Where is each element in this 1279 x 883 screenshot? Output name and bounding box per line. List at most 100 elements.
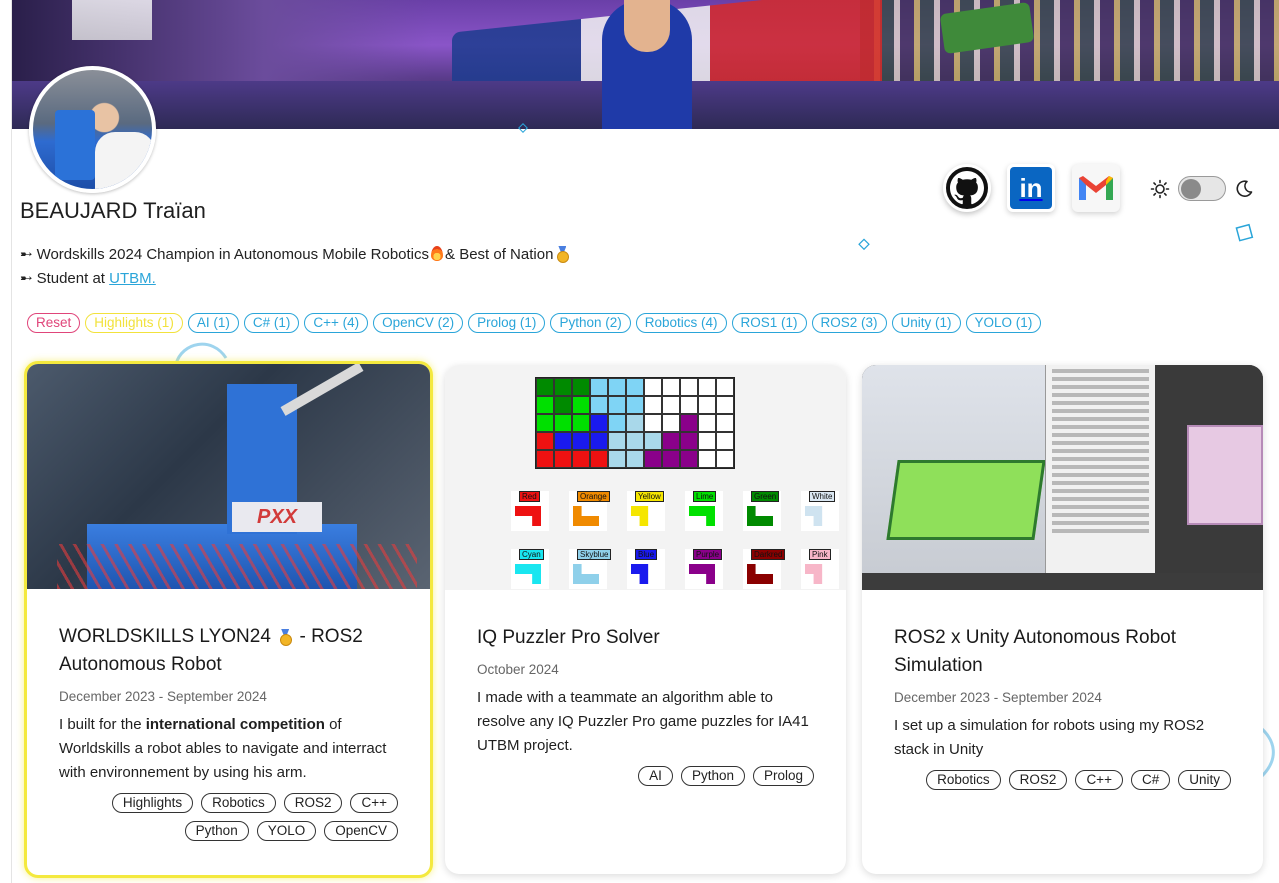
fire-icon <box>431 246 444 261</box>
puzzle-pieces: Red Orange Yellow Lime Green White Cyan Skyblue… <box>511 491 839 589</box>
toggle-knob <box>1181 179 1201 199</box>
filter-csharp[interactable]: C# (1) <box>243 313 300 333</box>
project-thumbnail-robot: PXX <box>27 364 430 589</box>
project-tag[interactable]: ROS2 <box>1008 770 1068 790</box>
puzzle-piece: Skyblue <box>569 549 612 589</box>
project-card-iq-puzzler[interactable]: Red Orange Yellow Lime Green White Cyan Skyblue… <box>445 365 846 874</box>
puzzle-piece-shape <box>573 564 599 584</box>
filter-unity[interactable]: Unity (1) <box>891 313 961 333</box>
sun-icon <box>1150 179 1170 198</box>
bullet-arrow-icon: ➸ <box>20 246 33 263</box>
decorative-square <box>1235 223 1254 242</box>
project-title: ROS2 x Unity Autonomous Robot Simulation <box>894 627 1176 676</box>
filter-reset[interactable]: Reset <box>27 313 81 333</box>
puzzle-piece-label: Cyan <box>519 549 544 560</box>
decorative-diamond-2 <box>518 123 528 133</box>
project-tag[interactable]: Unity <box>1178 770 1231 790</box>
project-title: IQ Puzzler Pro Solver <box>477 627 660 648</box>
puzzle-piece: Pink <box>801 549 839 589</box>
project-thumbnail-puzzle: Red Orange Yellow Lime Green White Cyan Skyblue… <box>445 365 846 590</box>
gmail-icon <box>1079 176 1113 200</box>
project-tag[interactable]: C# <box>1130 770 1171 790</box>
theme-switcher <box>1150 176 1254 201</box>
puzzle-piece: Lime <box>685 491 723 531</box>
puzzle-piece-shape <box>573 506 599 526</box>
utbm-link[interactable]: UTBM. <box>109 270 156 287</box>
project-tag[interactable]: AI <box>638 766 673 786</box>
filter-tag-bar: Reset Highlights (1) AI (1) C# (1) C++ (… <box>27 313 1042 333</box>
project-tag[interactable]: Highlights <box>111 793 194 813</box>
project-date: October 2024 <box>477 662 559 677</box>
portfolio-page: BEAUJARD Traïan ➸ Wordskills 2024 Champio… <box>11 0 1279 883</box>
puzzle-piece: Orange <box>569 491 610 531</box>
bio-line-2: ➸ Student at UTBM. <box>20 270 156 287</box>
puzzle-piece-shape <box>515 506 541 526</box>
medal-icon <box>555 246 570 263</box>
project-tag[interactable]: Robotics <box>926 770 1001 790</box>
puzzle-piece-label: Darkred <box>751 549 786 560</box>
puzzle-piece-shape <box>631 506 649 526</box>
project-date: December 2023 - September 2024 <box>59 689 267 704</box>
filter-python[interactable]: Python (2) <box>550 313 631 333</box>
gmail-link[interactable] <box>1072 164 1120 212</box>
project-title: WORLDSKILLS LYON24 - ROS2 Autonomous Rob… <box>59 626 363 675</box>
filter-opencv[interactable]: OpenCV (2) <box>373 313 464 333</box>
puzzle-piece-label: Skyblue <box>577 549 612 560</box>
linkedin-link[interactable]: in <box>1007 164 1055 212</box>
project-card-worldskills[interactable]: PXX WORLDSKILLS LYON24 - ROS2 Autonomous… <box>24 361 433 878</box>
puzzle-piece-label: Purple <box>693 549 723 560</box>
puzzle-piece-label: Yellow <box>635 491 664 502</box>
puzzle-piece-label: Green <box>751 491 780 502</box>
project-description: I made with a teammate an algorithm able… <box>477 689 809 754</box>
project-tag[interactable]: Prolog <box>752 766 814 786</box>
puzzle-piece-label: Red <box>519 491 540 502</box>
github-link[interactable] <box>943 164 991 212</box>
puzzle-piece-shape <box>747 506 773 526</box>
project-tags: AI Python Prolog <box>477 766 814 786</box>
project-tag[interactable]: C++ <box>1075 770 1123 790</box>
project-tag[interactable]: OpenCV <box>324 821 398 841</box>
puzzle-piece: Red <box>511 491 549 531</box>
profile-bio: ➸ Wordskills 2024 Champion in Autonomous … <box>20 243 571 291</box>
filter-cpp[interactable]: C++ (4) <box>304 313 369 333</box>
project-tag[interactable]: Python <box>184 821 249 841</box>
project-thumbnail-unity <box>862 365 1263 590</box>
filter-yolo[interactable]: YOLO (1) <box>965 313 1042 333</box>
linkedin-icon: in <box>1010 167 1052 209</box>
puzzle-board <box>535 377 735 469</box>
filter-ros2[interactable]: ROS2 (3) <box>811 313 887 333</box>
filter-highlights[interactable]: Highlights (1) <box>85 313 183 333</box>
puzzle-piece-label: Orange <box>577 491 610 502</box>
project-tag[interactable]: ROS2 <box>283 793 343 813</box>
filter-ros1[interactable]: ROS1 (1) <box>731 313 807 333</box>
project-tag[interactable]: YOLO <box>256 821 317 841</box>
filter-robotics[interactable]: Robotics (4) <box>635 313 727 333</box>
puzzle-piece: Green <box>743 491 781 531</box>
project-tag[interactable]: C++ <box>350 793 398 813</box>
puzzle-piece-shape <box>631 564 649 584</box>
project-tag[interactable]: Robotics <box>201 793 276 813</box>
puzzle-piece-label: White <box>809 491 836 502</box>
puzzle-piece: Purple <box>685 549 723 589</box>
project-tag[interactable]: Python <box>680 766 745 786</box>
medal-icon <box>278 629 293 646</box>
puzzle-piece-shape <box>515 564 541 584</box>
project-description: I set up a simulation for robots using m… <box>894 717 1205 758</box>
dark-mode-toggle[interactable] <box>1178 176 1226 201</box>
puzzle-piece-label: Lime <box>693 491 717 502</box>
project-card-ros2-unity[interactable]: ROS2 x Unity Autonomous Robot Simulation… <box>862 365 1263 874</box>
project-description: I built for the international competitio… <box>59 716 387 781</box>
puzzle-piece-label: Pink <box>809 549 831 560</box>
puzzle-piece-shape <box>689 564 715 584</box>
puzzle-piece-shape <box>805 564 823 584</box>
profile-name: BEAUJARD Traïan <box>20 198 206 223</box>
filter-ai[interactable]: AI (1) <box>187 313 239 333</box>
puzzle-piece-label: Blue <box>635 549 658 560</box>
puzzle-piece: White <box>801 491 839 531</box>
decorative-diamond <box>858 238 870 251</box>
project-date: December 2023 - September 2024 <box>894 690 1102 705</box>
header-banner-image <box>12 0 1279 129</box>
puzzle-piece: Cyan <box>511 549 549 589</box>
bio-line-1: ➸ Wordskills 2024 Champion in Autonomous … <box>20 243 571 267</box>
filter-prolog[interactable]: Prolog (1) <box>468 313 546 333</box>
